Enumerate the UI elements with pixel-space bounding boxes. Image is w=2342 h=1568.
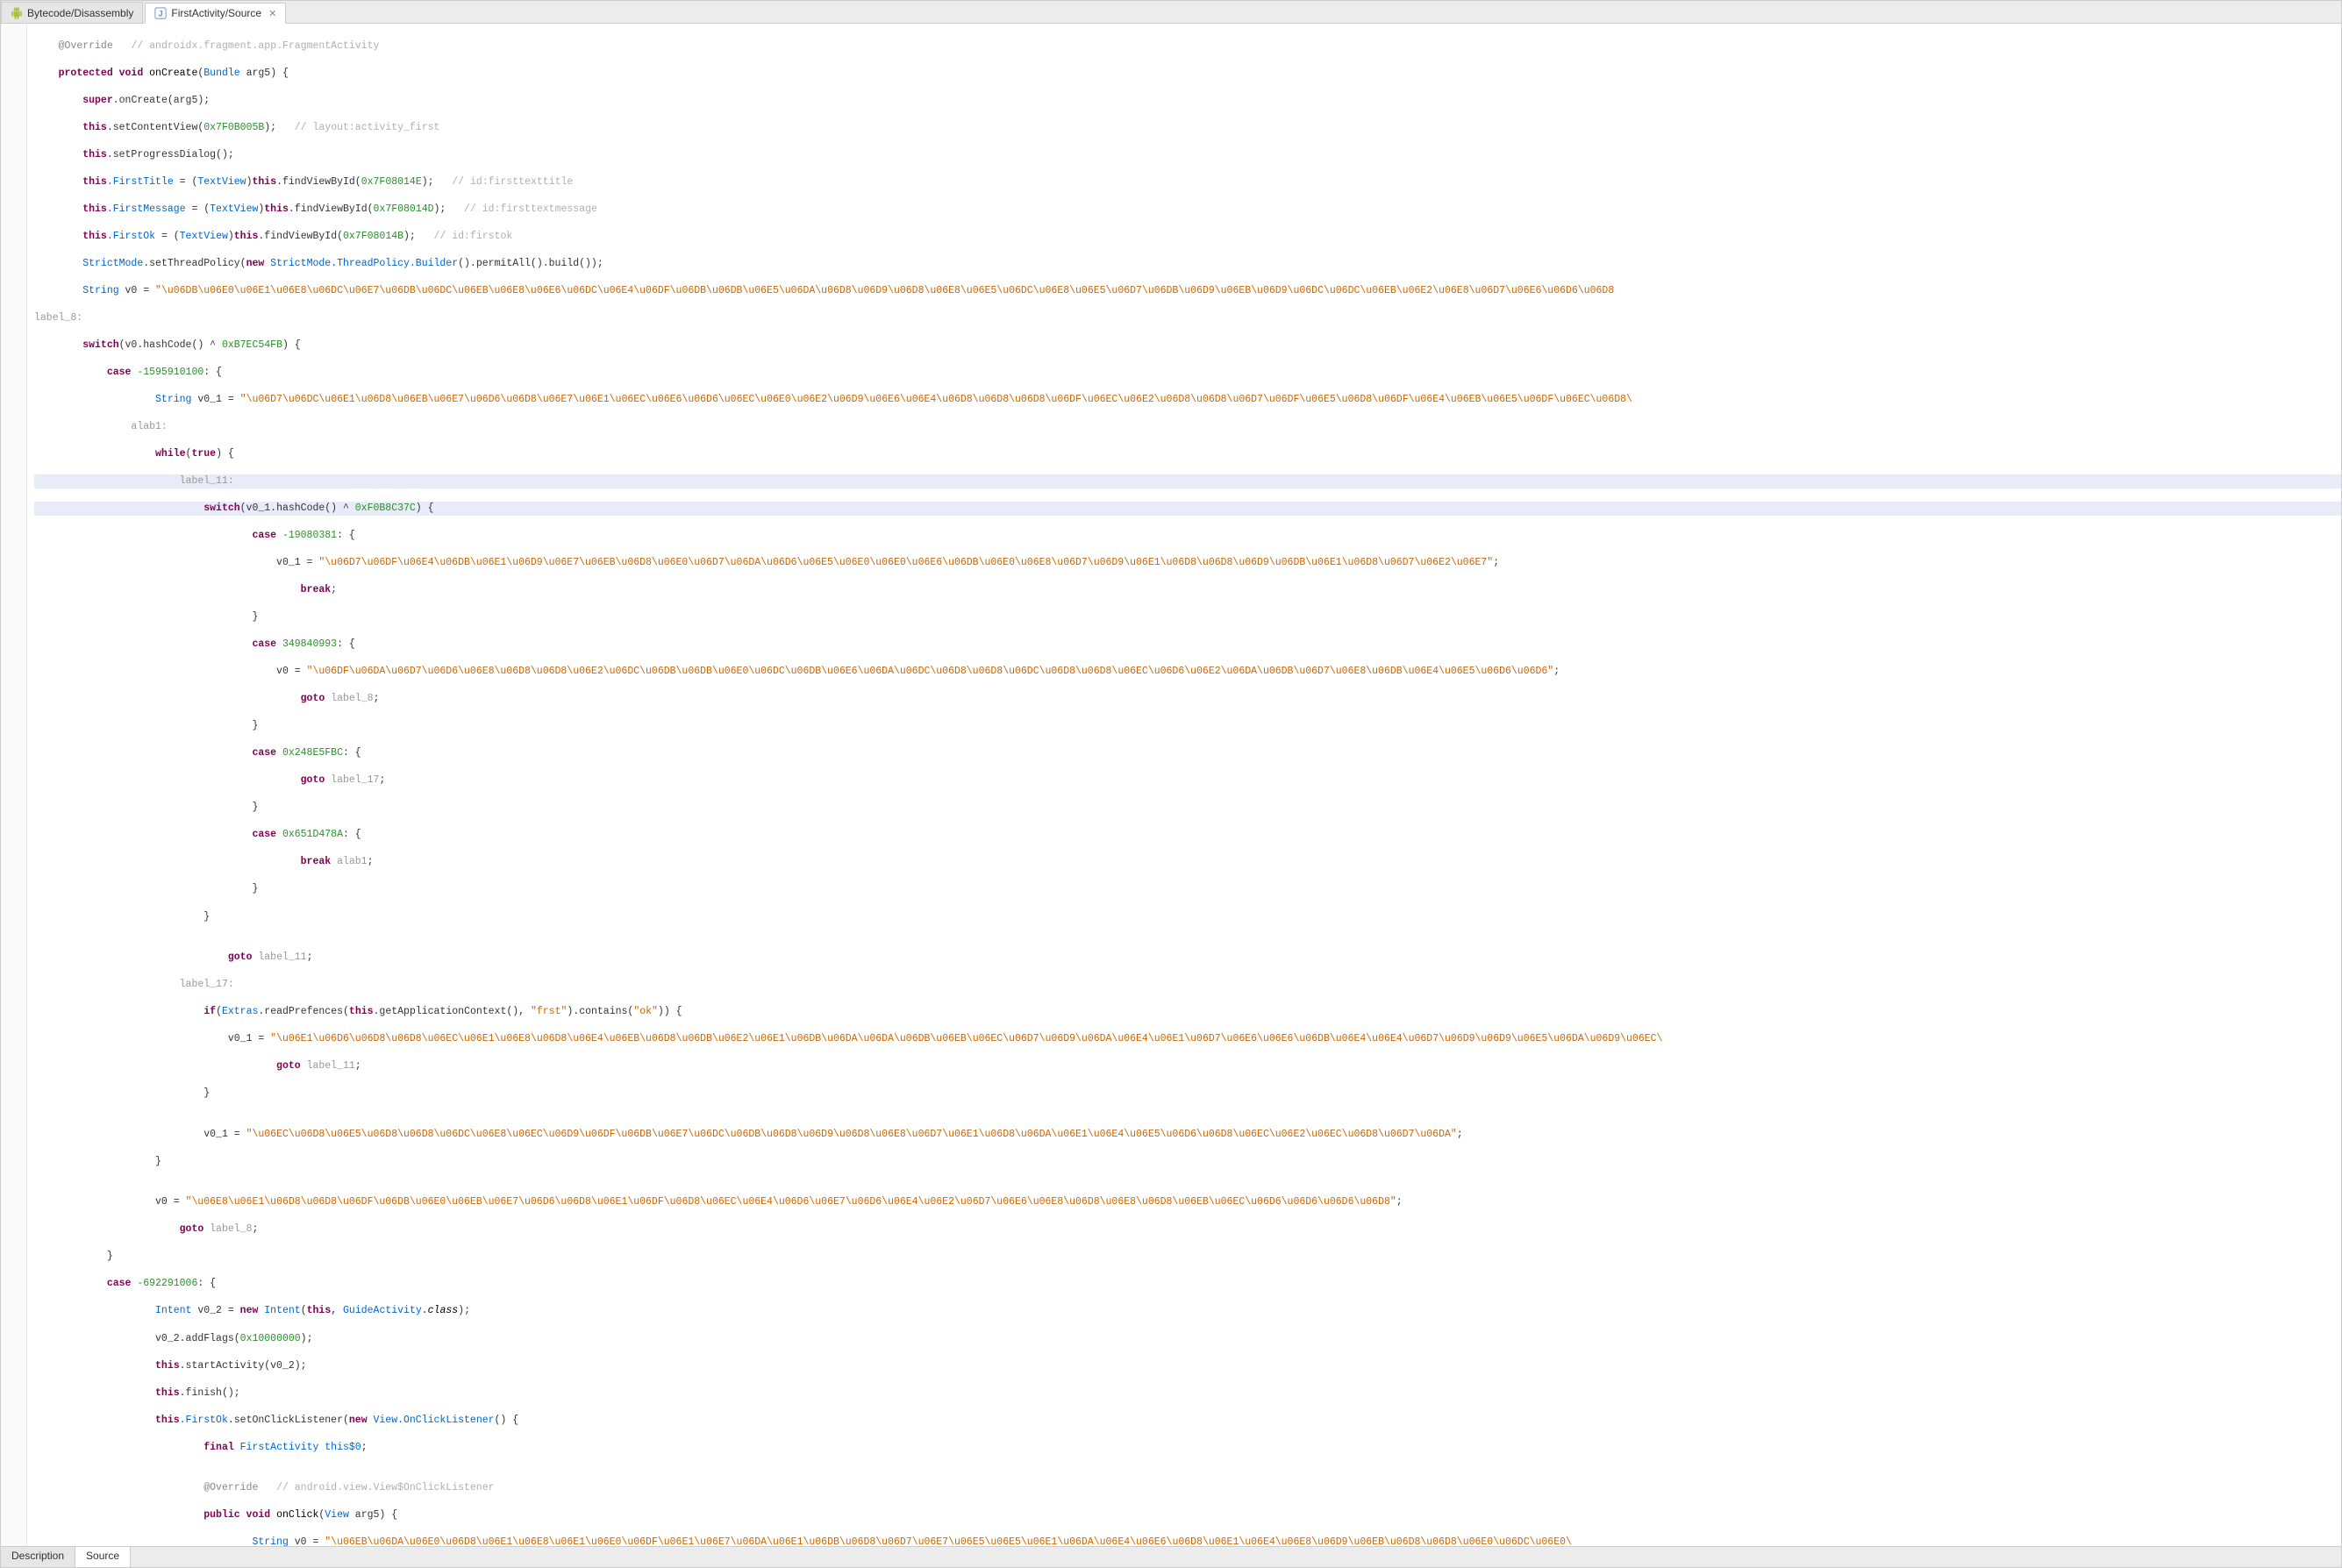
tab-source-label: FirstActivity/Source (171, 7, 261, 19)
code-view[interactable]: @Override // androidx.fragment.app.Fragm… (1, 24, 2341, 1546)
bottom-tab-description-label: Description (11, 1550, 64, 1562)
editor-area: Bytecode/Disassembly J FirstActivity/Sou… (0, 0, 2342, 1568)
bottom-tab-source[interactable]: Source (75, 1547, 131, 1567)
android-icon (11, 7, 23, 19)
java-file-icon: J (154, 7, 167, 19)
tab-bytecode[interactable]: Bytecode/Disassembly (1, 2, 143, 23)
tab-source[interactable]: J FirstActivity/Source ✕ (145, 3, 286, 24)
bottom-tab-source-label: Source (86, 1550, 119, 1562)
bottom-tab-bar: Description Source (1, 1546, 2341, 1567)
close-icon[interactable]: ✕ (268, 8, 276, 19)
svg-text:J: J (159, 10, 163, 18)
tab-bytecode-label: Bytecode/Disassembly (27, 7, 133, 19)
bottom-tab-description[interactable]: Description (1, 1547, 75, 1567)
gutter (1, 24, 27, 1546)
editor-tab-bar: Bytecode/Disassembly J FirstActivity/Sou… (1, 1, 2341, 24)
code-content: @Override // androidx.fragment.app.Fragm… (27, 24, 2341, 1546)
